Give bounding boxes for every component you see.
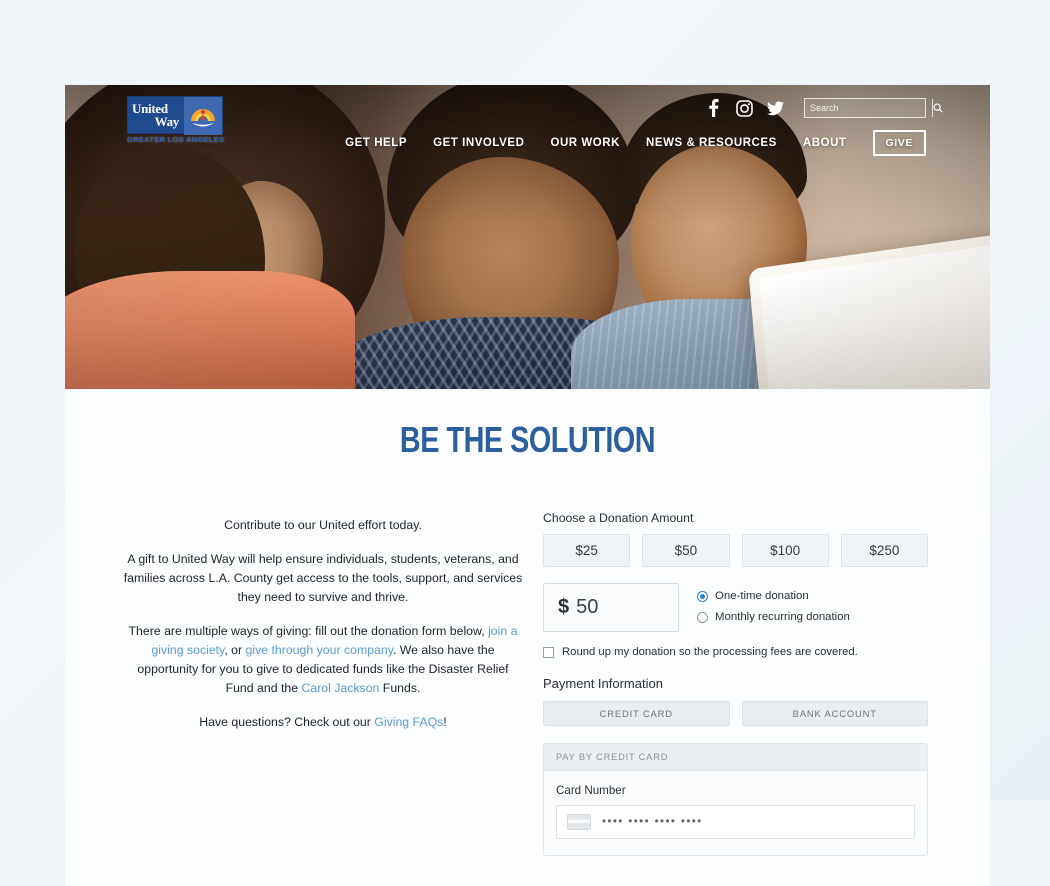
site-logo[interactable]: United Way GREATER LOS ANGELES bbox=[127, 96, 225, 145]
roundup-checkbox-row[interactable]: Round up my donation so the processing f… bbox=[543, 646, 928, 658]
questions-paragraph: Have questions? Check out our Giving FAQ… bbox=[123, 713, 523, 732]
card-number-field[interactable]: •••• •••• •••• •••• bbox=[556, 805, 915, 839]
united-way-rainbow-hand-icon bbox=[184, 97, 222, 135]
gift-paragraph: A gift to United Way will help ensure in… bbox=[123, 552, 523, 604]
questions-text-1: Have questions? Check out our bbox=[199, 715, 375, 729]
custom-amount-input[interactable] bbox=[576, 596, 657, 619]
link-give-through-company[interactable]: give through your company bbox=[246, 643, 393, 657]
page-card: United Way GREATER LOS ANGELES Search GE… bbox=[65, 85, 990, 886]
tab-bank-account[interactable]: BANK ACCOUNT bbox=[741, 701, 928, 726]
custom-amount-row: $ One-time donation Monthly recurring do… bbox=[543, 583, 928, 632]
main-navigation: GET HELP GET INVOLVED OUR WORK NEWS & RE… bbox=[345, 130, 926, 156]
give-button[interactable]: GIVE bbox=[872, 130, 926, 156]
ways-text-4: Funds. bbox=[379, 681, 421, 695]
instagram-icon[interactable] bbox=[736, 99, 753, 118]
currency-symbol: $ bbox=[558, 596, 570, 618]
link-giving-faqs[interactable]: Giving FAQs bbox=[374, 715, 443, 729]
credit-card-panel-title: PAY BY CREDIT CARD bbox=[544, 744, 927, 771]
content-columns: Contribute to our United effort today. A… bbox=[65, 511, 990, 856]
frequency-radio-group: One-time donation Monthly recurring dona… bbox=[697, 583, 850, 632]
ways-text-1: There are multiple ways of giving: fill … bbox=[128, 624, 489, 638]
credit-card-icon bbox=[567, 814, 591, 830]
roundup-checkbox[interactable] bbox=[543, 646, 554, 658]
facebook-icon[interactable] bbox=[705, 99, 722, 118]
nav-item-news-resources[interactable]: NEWS & RESOURCES bbox=[646, 137, 777, 149]
nav-item-about[interactable]: ABOUT bbox=[803, 137, 847, 149]
amount-button-250[interactable]: $250 bbox=[840, 534, 928, 567]
tab-credit-card[interactable]: CREDIT CARD bbox=[543, 701, 730, 726]
nav-item-get-help[interactable]: GET HELP bbox=[345, 137, 407, 149]
twitter-icon[interactable] bbox=[767, 99, 784, 118]
intro-paragraph: Contribute to our United effort today. bbox=[224, 518, 422, 532]
donation-amount-label: Choose a Donation Amount bbox=[543, 511, 694, 525]
amount-button-group: $25 $50 $100 $250 bbox=[543, 534, 928, 567]
nav-item-our-work[interactable]: OUR WORK bbox=[550, 137, 620, 149]
main-content: BE THE SOLUTION Contribute to our United… bbox=[65, 419, 990, 886]
radio-one-time-indicator[interactable] bbox=[697, 590, 708, 602]
amount-button-50[interactable]: $50 bbox=[642, 534, 730, 567]
radio-monthly-recurring-donation[interactable]: Monthly recurring donation bbox=[697, 611, 850, 623]
utility-row bbox=[705, 98, 943, 118]
logo-tagline: GREATER LOS ANGELES bbox=[127, 135, 225, 144]
custom-amount-field[interactable]: $ bbox=[543, 583, 679, 632]
ways-text-2: , or bbox=[224, 643, 246, 657]
radio-one-time-donation[interactable]: One-time donation bbox=[697, 590, 850, 602]
search-box[interactable] bbox=[804, 98, 943, 118]
credit-card-panel-body: Card Number •••• •••• •••• •••• bbox=[544, 771, 927, 855]
amount-button-25[interactable]: $25 bbox=[543, 534, 631, 567]
page-title: BE THE SOLUTION bbox=[399, 419, 656, 460]
card-number-placeholder: •••• •••• •••• •••• bbox=[602, 816, 703, 828]
nav-item-get-involved[interactable]: GET INVOLVED bbox=[433, 137, 524, 149]
link-carol-jackson[interactable]: Carol Jackson bbox=[301, 681, 379, 695]
payment-method-tabs: CREDIT CARD BANK ACCOUNT bbox=[543, 701, 928, 726]
donation-form: Choose a Donation Amount $25 $50 $100 $2… bbox=[543, 511, 928, 856]
search-input[interactable] bbox=[805, 99, 932, 117]
payment-information-label: Payment Information bbox=[543, 676, 663, 691]
intro-column: Contribute to our United effort today. A… bbox=[123, 511, 523, 856]
questions-text-2: ! bbox=[443, 715, 447, 729]
radio-monthly-label: Monthly recurring donation bbox=[715, 611, 850, 623]
radio-monthly-indicator[interactable] bbox=[697, 611, 708, 623]
hero-banner: United Way GREATER LOS ANGELES Search GE… bbox=[65, 85, 990, 389]
ways-of-giving-paragraph: There are multiple ways of giving: fill … bbox=[123, 622, 523, 698]
roundup-label: Round up my donation so the processing f… bbox=[562, 646, 858, 658]
logo-box: United Way bbox=[127, 96, 223, 135]
search-icon[interactable] bbox=[932, 99, 943, 117]
logo-line-2: Way bbox=[154, 114, 180, 129]
amount-button-100[interactable]: $100 bbox=[741, 534, 829, 567]
card-number-label: Card Number bbox=[556, 784, 626, 797]
radio-one-time-label: One-time donation bbox=[715, 590, 809, 602]
logo-wordmark: United Way bbox=[128, 97, 184, 133]
